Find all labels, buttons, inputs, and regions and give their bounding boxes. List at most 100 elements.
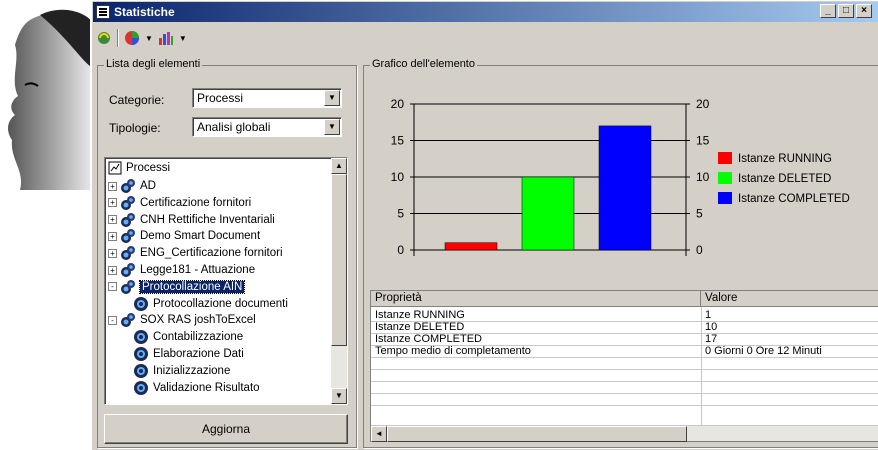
y-tick-label-right: 5 [696, 207, 703, 221]
grid-hscrollbar[interactable]: ◄ [371, 425, 878, 442]
header-value[interactable]: Valore [701, 291, 878, 307]
cell-property: Istanze RUNNING [375, 309, 465, 321]
tree-item-label: Inizializzazione [153, 364, 231, 377]
activity-icon [134, 330, 148, 345]
bar [598, 125, 652, 251]
hscroll-thumb[interactable] [387, 426, 687, 442]
tree-item[interactable]: Protocollazione documenti [133, 296, 288, 312]
y-tick-label-right: 20 [696, 97, 710, 111]
scroll-left-icon[interactable]: ◄ [371, 426, 387, 442]
tree-root-label: Processi [126, 162, 171, 174]
y-tick-label-right: 10 [696, 170, 710, 184]
process-icon [121, 195, 135, 210]
chart-bar-icon[interactable] [157, 29, 175, 47]
categorie-select[interactable]: Processi ▼ [192, 88, 342, 108]
bar [521, 176, 575, 251]
expand-icon[interactable]: + [108, 265, 117, 275]
statistics-window: Statistiche _ □ × ▼ ▼ Lista degli elemen… [90, 0, 878, 450]
expand-icon[interactable]: + [108, 198, 117, 208]
chevron-down-icon[interactable]: ▼ [324, 90, 340, 106]
row-divider [371, 369, 878, 370]
tree-item-label: ENG_Certificazione fornitori [140, 247, 283, 260]
tipologie-value: Analisi globali [197, 120, 271, 134]
process-icon [121, 313, 135, 328]
tree-item-label: Validazione Risultato [153, 381, 260, 394]
y-tick-label-left: 10 [391, 170, 405, 184]
legend-swatch [718, 152, 732, 164]
expand-icon[interactable]: + [108, 215, 117, 225]
tree-item-label: Certificazione fornitori [140, 196, 252, 209]
properties-grid: Proprietà Valore Istanze RUNNING 1 Istanze… [370, 290, 878, 442]
title-bar: Statistiche _ □ × [93, 2, 878, 22]
scroll-down-icon[interactable]: ▼ [331, 388, 347, 404]
tree-item[interactable]: + Demo Smart Document [108, 228, 260, 244]
process-icon [121, 263, 135, 277]
chart-pie-icon[interactable] [123, 29, 141, 47]
refresh-icon[interactable] [95, 29, 113, 47]
tree-scrollbar[interactable]: ▲ ▼ [331, 158, 347, 404]
legend-label: Istanze RUNNING [738, 153, 832, 165]
tree-item-label: SOX RAS joshToExcel [140, 314, 256, 327]
tree-item[interactable]: + AD [108, 178, 156, 194]
tree-item-label: Elaborazione Dati [153, 348, 244, 360]
expand-icon[interactable]: + [108, 248, 117, 258]
chevron-down-icon[interactable]: ▼ [324, 119, 340, 135]
activity-icon [134, 347, 148, 361]
y-tick-label-left: 15 [391, 134, 405, 148]
portrait-logo [8, 9, 95, 190]
tree-item[interactable]: + Legge181 - Attuazione [108, 262, 255, 278]
y-tick-label-right: 15 [696, 134, 710, 148]
expand-icon[interactable]: + [108, 231, 117, 241]
cell-value: 10 [705, 321, 718, 333]
row-divider [371, 405, 878, 406]
tree-item[interactable]: - SOX RAS joshToExcel [108, 312, 256, 328]
maximize-button[interactable]: □ [838, 4, 854, 18]
y-tick-label-left: 0 [397, 243, 404, 257]
row-divider [371, 393, 878, 394]
tree-item-label: Protocollazione AIN [138, 279, 246, 294]
tree-item[interactable]: Contabilizzazione [133, 329, 243, 345]
process-icon [121, 179, 135, 193]
process-icon [121, 212, 135, 227]
y-tick-label-left: 20 [391, 97, 405, 111]
scroll-up-icon[interactable]: ▲ [331, 158, 347, 174]
cell-value: 1 [705, 309, 712, 321]
tree-root[interactable]: Processi [108, 160, 170, 176]
toolbar-separator [117, 29, 119, 47]
tree-item[interactable]: Validazione Risultato [133, 380, 260, 396]
collapse-icon[interactable]: - [108, 315, 117, 325]
scroll-thumb[interactable] [331, 174, 347, 346]
tree-item[interactable]: Inizializzazione [133, 363, 230, 379]
tree-item[interactable]: + Certificazione fornitori [108, 195, 251, 211]
tree-item-label: Legge181 - Attuazione [140, 264, 256, 276]
categorie-value: Processi [197, 91, 244, 105]
header-property[interactable]: Proprietà [371, 291, 701, 307]
tree-item[interactable]: - Protocollazione AIN [108, 279, 246, 295]
activity-icon [134, 296, 148, 311]
expand-icon[interactable]: + [108, 181, 117, 191]
tree-item[interactable]: + CNH Rettifiche Inventariali [108, 212, 275, 228]
row-divider [371, 357, 878, 358]
tree-item-label: CNH Rettifiche Inventariali [140, 213, 275, 226]
statistics-icon [108, 161, 122, 175]
pie-dropdown-arrow-icon[interactable]: ▼ [145, 34, 153, 43]
minimize-button[interactable]: _ [820, 4, 836, 18]
y-tick-label-left: 5 [397, 207, 404, 221]
process-icon [121, 229, 135, 244]
cell-value: 17 [705, 333, 718, 345]
bar [444, 242, 498, 251]
process-tree[interactable]: Processi + AD + Certificazione fornitori + CN… [104, 157, 348, 405]
legend-label: Istanze DELETED [738, 173, 831, 185]
close-button[interactable]: × [856, 4, 872, 18]
tree-item[interactable]: + ENG_Certificazione fornitori [108, 245, 283, 261]
aggiorna-button[interactable]: Aggiorna [104, 414, 348, 444]
tree-item[interactable]: Elaborazione Dati [133, 346, 244, 362]
window-title: Statistiche [114, 5, 175, 19]
tree-item-label: AD [140, 180, 156, 192]
collapse-icon[interactable]: - [108, 282, 117, 292]
bar-dropdown-arrow-icon[interactable]: ▼ [179, 34, 187, 43]
activity-icon [134, 363, 148, 378]
process-icon [121, 279, 135, 294]
legend-swatch [718, 192, 732, 204]
tipologie-select[interactable]: Analisi globali ▼ [192, 117, 342, 137]
